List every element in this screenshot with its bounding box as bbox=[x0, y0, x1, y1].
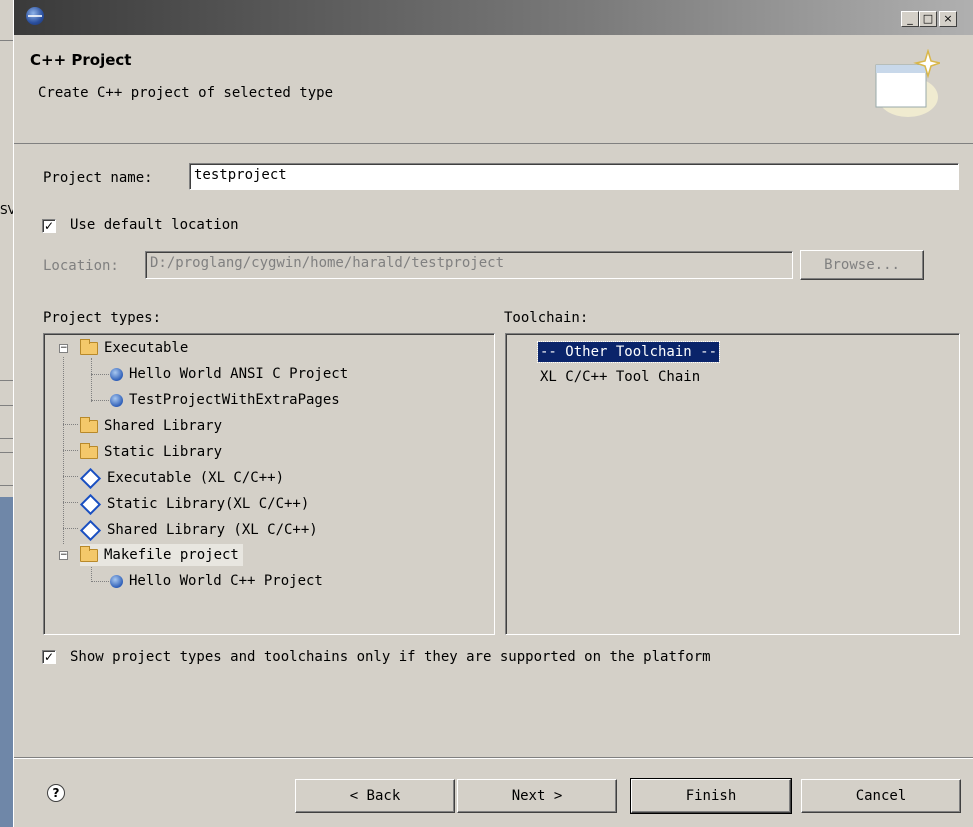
project-template-icon bbox=[110, 393, 123, 407]
tree-expander-makefile[interactable]: − bbox=[59, 551, 68, 560]
show-supported-only-checkbox[interactable]: ✓ bbox=[42, 650, 56, 664]
footer-separator bbox=[14, 757, 973, 759]
cancel-button[interactable]: Cancel bbox=[801, 779, 961, 813]
toolchain-label: Toolchain: bbox=[504, 310, 589, 326]
tree-item-label: Shared Library bbox=[104, 418, 223, 434]
folder-icon bbox=[80, 338, 98, 355]
project-name-label: Project name: bbox=[43, 170, 153, 186]
use-default-location-label: Use default location bbox=[70, 217, 239, 233]
close-button[interactable]: × bbox=[939, 11, 957, 27]
project-types-tree[interactable]: − Executable Hello World ANSI C Project … bbox=[43, 333, 495, 635]
toolchain-item-other[interactable]: -- Other Toolchain -- bbox=[536, 341, 721, 363]
tree-item-label: Hello World ANSI C Project bbox=[129, 366, 349, 382]
tree-item-makefile-project[interactable]: Makefile project bbox=[80, 544, 243, 566]
show-supported-only-label: Show project types and toolchains only i… bbox=[70, 649, 711, 665]
background-window bbox=[0, 0, 13, 827]
eclipse-icon bbox=[26, 7, 44, 25]
project-types-label: Project types: bbox=[43, 310, 162, 326]
wizard-header: C++ Project Create C++ project of select… bbox=[14, 35, 973, 144]
tree-item-shared-library-xl[interactable]: Shared Library (XL C/C++) bbox=[79, 519, 318, 541]
location-label: Location: bbox=[43, 258, 119, 274]
tree-item-hello-world-cpp[interactable]: Hello World C++ Project bbox=[110, 570, 323, 592]
tree-expander-executable[interactable]: − bbox=[59, 344, 68, 353]
wizard-banner-icon bbox=[875, 49, 940, 117]
tree-item-label: Shared Library (XL C/C++) bbox=[107, 522, 318, 538]
tree-item-label: Makefile project bbox=[104, 547, 239, 563]
maximize-button[interactable]: □ bbox=[919, 11, 937, 27]
diamond-icon bbox=[79, 519, 102, 541]
diamond-icon bbox=[79, 493, 102, 515]
tree-item-label: Executable (XL C/C++) bbox=[107, 470, 285, 486]
help-icon[interactable]: ? bbox=[47, 784, 65, 802]
project-name-field[interactable]: testproject bbox=[189, 163, 959, 190]
minimize-button[interactable]: _ bbox=[901, 11, 919, 27]
folder-icon bbox=[80, 545, 98, 562]
toolchain-item-xl[interactable]: XL C/C++ Tool Chain bbox=[540, 367, 700, 387]
project-template-icon bbox=[110, 574, 123, 588]
tree-item-label: Executable bbox=[104, 340, 189, 356]
page-title: C++ Project bbox=[30, 51, 132, 69]
new-project-dialog: _ □ × C++ Project Create C++ project of … bbox=[13, 0, 973, 827]
page-description: Create C++ project of selected type bbox=[38, 85, 334, 101]
diamond-icon bbox=[79, 467, 102, 489]
back-button[interactable]: < Back bbox=[295, 779, 455, 813]
tree-item-executable-xl[interactable]: Executable (XL C/C++) bbox=[79, 467, 285, 489]
tree-item-hello-world-ansi-c[interactable]: Hello World ANSI C Project bbox=[110, 363, 348, 385]
tree-item-label: Static Library bbox=[104, 444, 223, 460]
tree-item-label: Hello World C++ Project bbox=[129, 573, 323, 589]
title-bar[interactable]: _ □ × bbox=[14, 0, 973, 35]
tree-item-executable[interactable]: Executable bbox=[80, 337, 188, 359]
project-template-icon bbox=[110, 367, 123, 381]
use-default-location-checkbox[interactable]: ✓ bbox=[42, 219, 56, 233]
tree-item-testprojectwithextrapages[interactable]: TestProjectWithExtraPages bbox=[110, 389, 340, 411]
tree-item-static-library-xl[interactable]: Static Library(XL C/C++) bbox=[79, 493, 310, 515]
location-field[interactable]: D:/proglang/cygwin/home/harald/testproje… bbox=[145, 251, 793, 279]
folder-icon bbox=[80, 416, 98, 433]
next-button[interactable]: Next > bbox=[457, 779, 617, 813]
tree-item-label: Static Library(XL C/C++) bbox=[107, 496, 310, 512]
finish-button[interactable]: Finish bbox=[630, 778, 792, 814]
folder-icon bbox=[80, 442, 98, 459]
browse-button[interactable]: Browse... bbox=[800, 250, 924, 280]
tree-item-shared-library[interactable]: Shared Library bbox=[80, 415, 222, 437]
tree-item-static-library[interactable]: Static Library bbox=[80, 441, 222, 463]
tree-item-label: TestProjectWithExtraPages bbox=[129, 392, 340, 408]
toolchain-list[interactable]: -- Other Toolchain -- XL C/C++ Tool Chai… bbox=[505, 333, 960, 635]
